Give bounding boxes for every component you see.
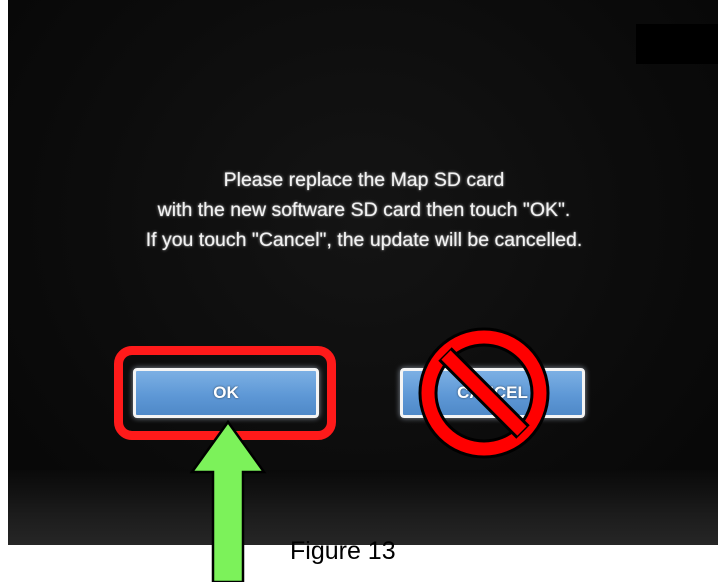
prohibited-icon (418, 327, 550, 459)
message-line-3: If you touch "Cancel", the update will b… (145, 229, 583, 251)
message-line-2: with the new software SD card then touch… (157, 199, 571, 221)
dialog-message: Please replace the Map SD card with the … (8, 165, 718, 255)
up-arrow-icon (189, 420, 267, 582)
redaction-box (636, 24, 718, 64)
figure-caption: Figure 13 (290, 537, 396, 565)
screen-bezel (8, 470, 718, 545)
figure-page: Please replace the Map SD card with the … (0, 0, 718, 582)
screen-photo: Please replace the Map SD card with the … (8, 0, 718, 545)
message-line-1: Please replace the Map SD card (223, 169, 505, 191)
